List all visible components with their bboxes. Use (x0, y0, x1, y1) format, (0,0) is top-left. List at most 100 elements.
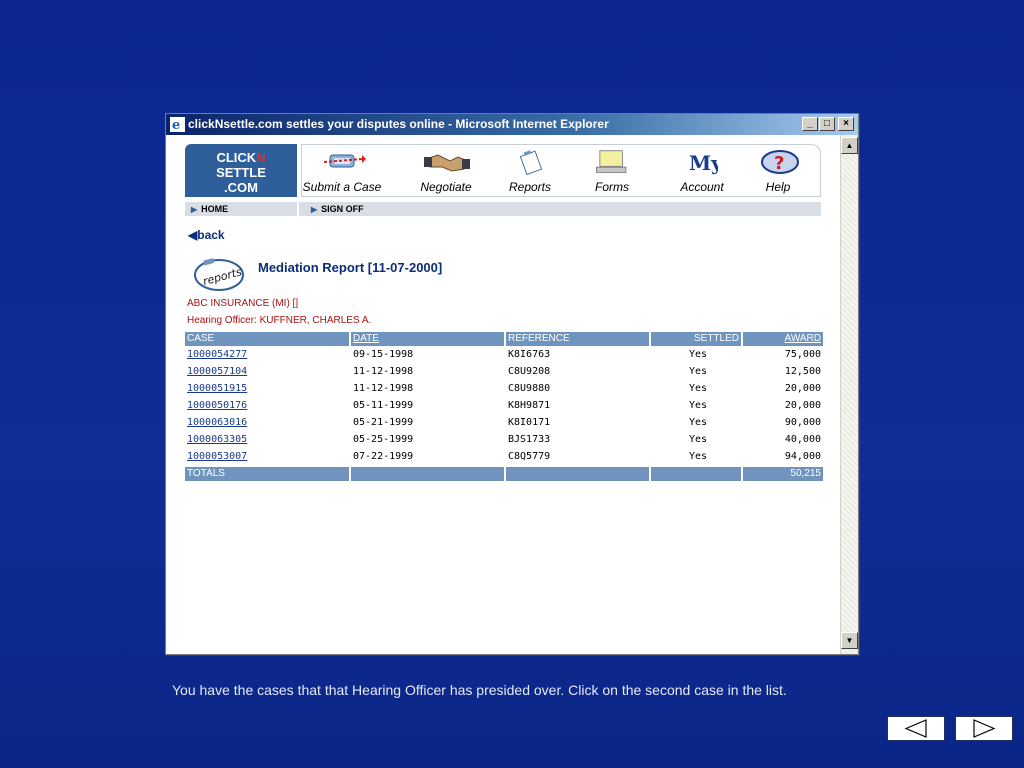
col-settled: SETTLED (651, 332, 741, 346)
case-link[interactable]: 1000051915 (185, 382, 349, 396)
col-reference: REFERENCE (506, 332, 649, 346)
next-slide-button[interactable] (955, 716, 1013, 741)
cell-award: 94,000 (784, 451, 821, 462)
table-row: 1000053007 07-22-1999 C8Q5779 Yes 94,000 (185, 448, 823, 465)
cell-date: 05-25-1999 (353, 434, 414, 445)
logo-text-com: .COM (224, 180, 258, 195)
cell-award: 20,000 (784, 400, 821, 411)
play-icon: ▶ (191, 205, 198, 214)
cell-settled: Yes (688, 434, 707, 445)
my-account-icon: My (689, 151, 718, 175)
nav-forms[interactable]: Forms (572, 145, 652, 198)
nav-reports[interactable]: Reports (490, 145, 570, 198)
site-logo[interactable]: CLICKN SETTLE .COM (185, 144, 297, 197)
back-arrow-icon: ◀ (188, 228, 198, 242)
cell-date: 05-11-1999 (353, 400, 414, 411)
nav-label: Submit a Case (302, 180, 382, 194)
cell-award: 20,000 (784, 383, 821, 394)
cell-award: 40,000 (784, 434, 821, 445)
cell-settled: Yes (688, 451, 707, 462)
instruction-caption: You have the cases that that Hearing Off… (172, 682, 787, 698)
page-content: CLICKN SETTLE .COM Submit a Case Negotia… (166, 135, 840, 654)
handshake-icon (424, 154, 470, 172)
logo-text-n: N (256, 150, 266, 165)
cell-reference: BJS1733 (508, 434, 551, 445)
right-triangle-icon (973, 719, 996, 738)
table-row: 1000051915 11-12-1998 C8U9880 Yes 20,000 (185, 380, 823, 397)
totals-empty (351, 467, 504, 481)
nav-negotiate[interactable]: Negotiate (406, 145, 486, 198)
totals-empty (651, 467, 741, 481)
page-title: Mediation Report [11-07-2000] (258, 260, 443, 275)
submit-icon (323, 154, 366, 168)
previous-slide-button[interactable] (887, 716, 945, 741)
case-link[interactable]: 1000063016 (185, 416, 349, 430)
hearing-officer: Hearing Officer: KUFFNER, CHARLES A. (187, 315, 372, 326)
cell-award: 75,000 (784, 349, 821, 360)
maximize-button[interactable]: □ (819, 117, 835, 131)
subnav-sign-off[interactable]: ▶ SIGN OFF (299, 202, 821, 216)
cell-settled: Yes (688, 349, 707, 360)
browser-window: e clickNsettle.com settles your disputes… (165, 113, 859, 655)
window-title: clickNsettle.com settles your disputes o… (188, 117, 609, 131)
subnav-sign-off-label: SIGN OFF (321, 204, 364, 214)
back-link[interactable]: ◀back (188, 228, 225, 242)
cell-date: 07-22-1999 (353, 451, 414, 462)
subnav-home-label: HOME (201, 204, 229, 214)
cell-date: 09-15-1998 (353, 349, 414, 360)
svg-text:e: e (172, 118, 180, 132)
totals-label: TOTALS (185, 467, 349, 481)
col-case: CASE (185, 332, 349, 346)
table-header: CASE DATE REFERENCE SETTLED AWARD (185, 332, 823, 346)
cell-reference: K8I6763 (508, 349, 551, 360)
cases-table: CASE DATE REFERENCE SETTLED AWARD 100005… (185, 332, 823, 482)
forms-icon (595, 150, 627, 173)
cell-reference: C8U9208 (508, 366, 551, 377)
company-name: ABC INSURANCE (MI) [] (187, 298, 299, 309)
case-link[interactable]: 1000063305 (185, 433, 349, 447)
case-link[interactable]: 1000057104 (185, 365, 349, 379)
my-account-icon-text: My (689, 151, 718, 175)
cell-award: 12,500 (784, 366, 821, 377)
close-button[interactable]: × (838, 117, 854, 131)
totals-award: 50,215 (743, 467, 823, 481)
cell-settled: Yes (688, 417, 707, 428)
main-nav: Submit a Case Negotiate Reports Forms My… (301, 144, 821, 197)
subnav-home[interactable]: ▶ HOME (185, 202, 297, 216)
col-award[interactable]: AWARD (743, 332, 823, 346)
cell-reference: K8I0171 (508, 417, 551, 428)
nav-help[interactable]: ? Help (738, 145, 818, 198)
scroll-down-button[interactable]: ▼ (841, 632, 858, 649)
nav-submit-case[interactable]: Submit a Case (302, 145, 382, 198)
logo-text-settle: SETTLE (216, 165, 266, 180)
help-icon-text: ? (774, 153, 784, 174)
scroll-up-button[interactable]: ▲ (841, 137, 858, 154)
cell-award: 90,000 (784, 417, 821, 428)
cell-settled: Yes (688, 400, 707, 411)
table-row: 1000054277 09-15-1998 K8I6763 Yes 75,000 (185, 346, 823, 363)
nav-label: Negotiate (420, 180, 472, 194)
case-link[interactable]: 1000054277 (185, 348, 349, 362)
cell-reference: C8Q5779 (508, 451, 551, 462)
table-row: 1000050176 05-11-1999 K8H9871 Yes 20,000 (185, 397, 823, 414)
case-link[interactable]: 1000050176 (185, 399, 349, 413)
table-row: 1000063016 05-21-1999 K8I0171 Yes 90,000 (185, 414, 823, 431)
cell-date: 05-21-1999 (353, 417, 414, 428)
nav-label: Forms (595, 180, 629, 194)
minimize-button[interactable]: _ (802, 117, 818, 131)
totals-row: TOTALS 50,215 (185, 467, 823, 482)
case-link[interactable]: 1000053007 (185, 450, 349, 464)
nav-label: Help (765, 180, 791, 194)
left-triangle-icon (904, 719, 927, 738)
nav-my-account[interactable]: My Account (662, 145, 742, 198)
totals-empty (506, 467, 649, 481)
title-bar[interactable]: e clickNsettle.com settles your disputes… (166, 114, 858, 135)
col-date[interactable]: DATE (351, 332, 504, 346)
help-icon: ? (761, 150, 799, 174)
reports-icon (519, 150, 543, 175)
cell-reference: C8U9880 (508, 383, 551, 394)
cell-reference: K8H9871 (508, 400, 551, 411)
play-icon: ▶ (311, 205, 318, 214)
vertical-scrollbar[interactable]: ▲ ▼ (840, 135, 858, 654)
table-row: 1000057104 11-12-1998 C8U9208 Yes 12,500 (185, 363, 823, 380)
